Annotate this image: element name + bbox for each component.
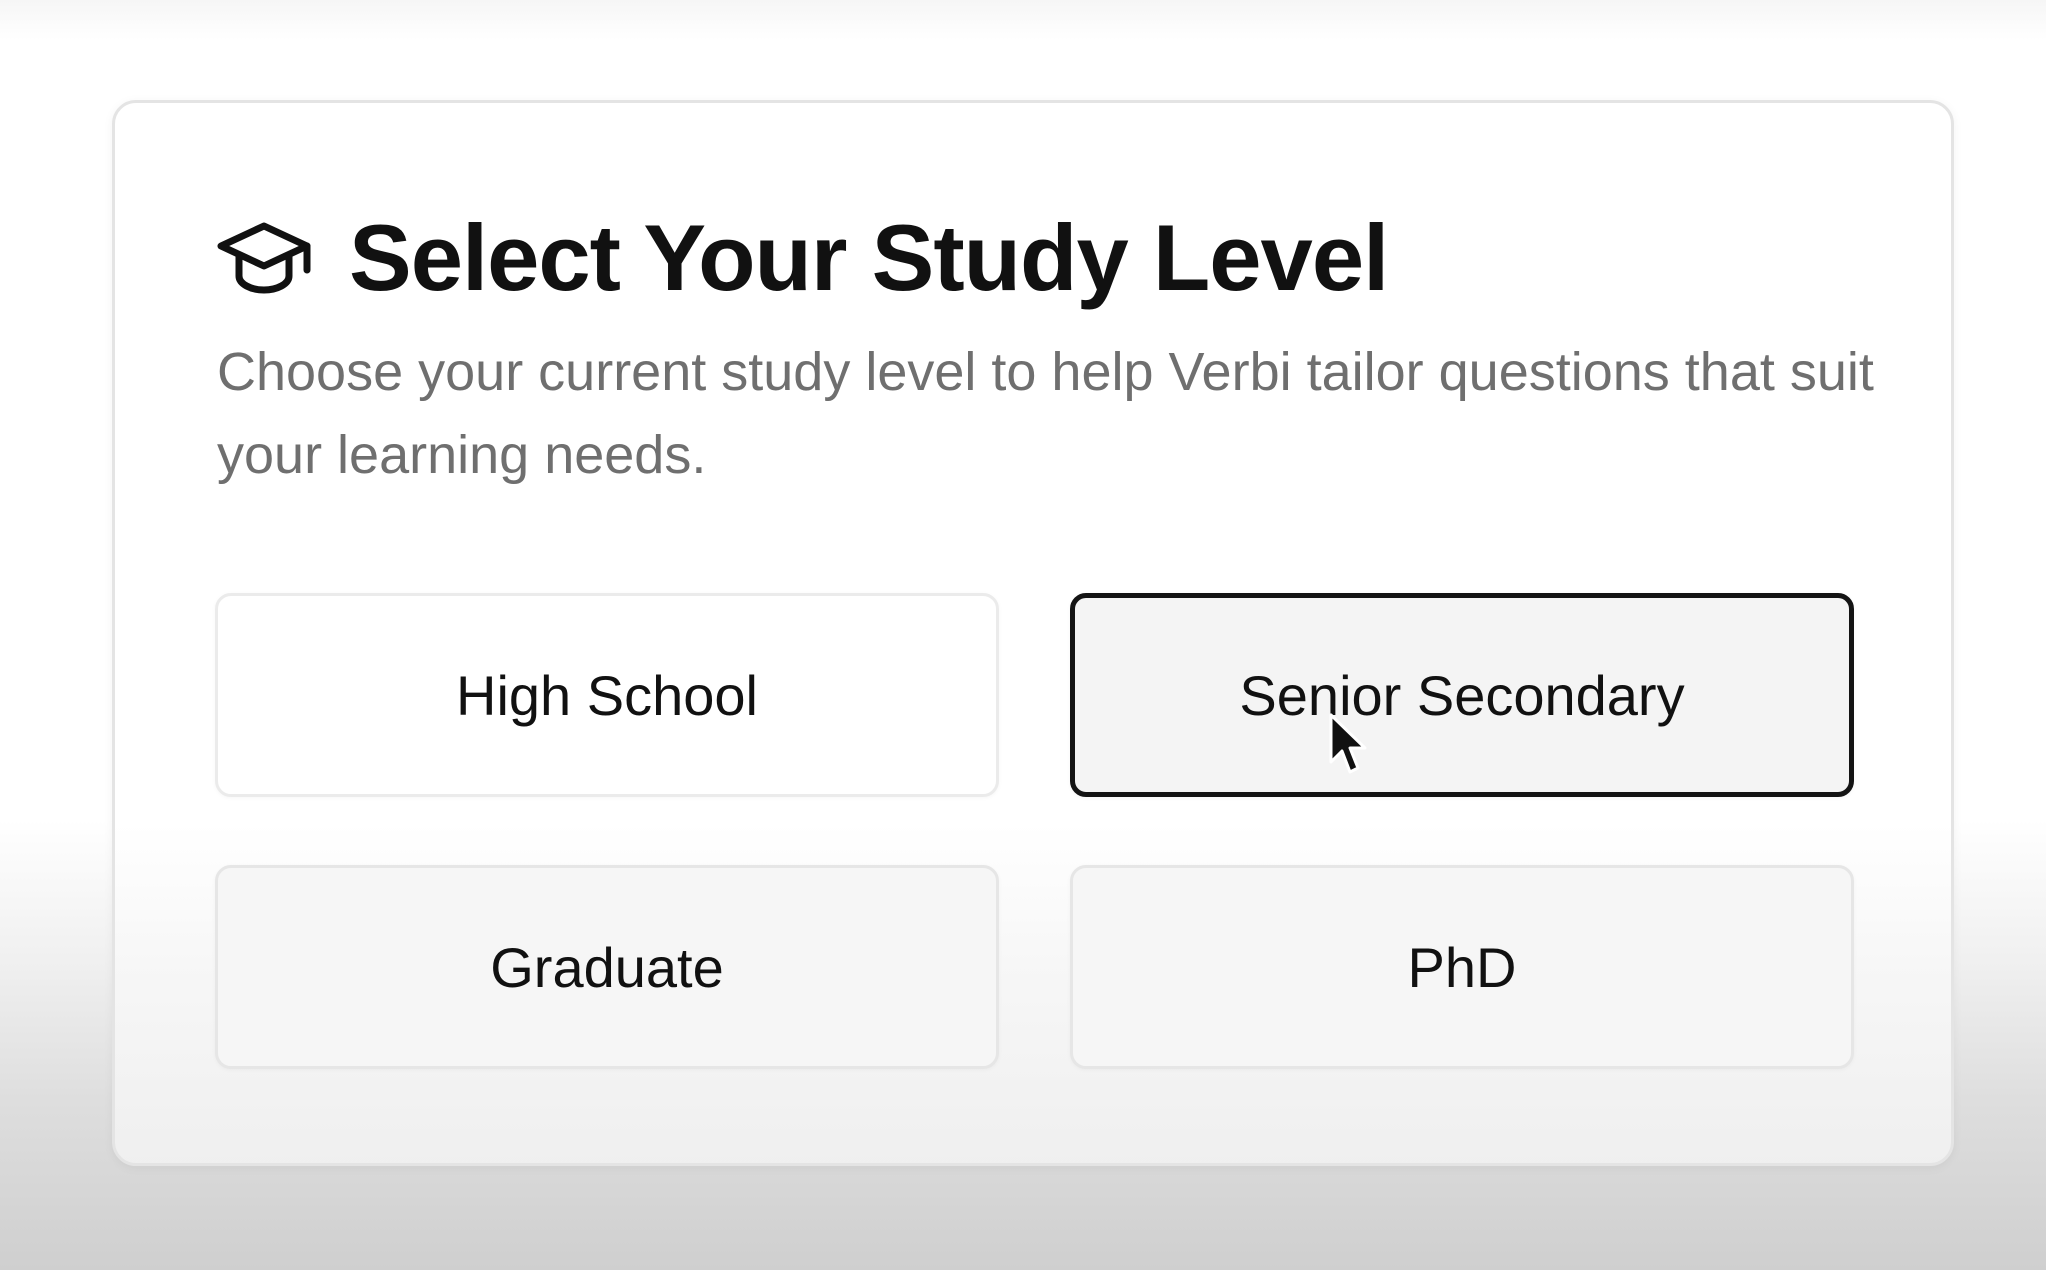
card-header: Select Your Study Level	[215, 203, 1389, 313]
graduation-cap-icon	[215, 218, 313, 298]
option-high-school[interactable]: High School	[215, 593, 999, 797]
option-label: Senior Secondary	[1239, 663, 1685, 727]
option-graduate[interactable]: Graduate	[215, 865, 999, 1069]
option-phd[interactable]: PhD	[1070, 865, 1854, 1069]
option-label: High School	[456, 663, 758, 727]
page-subtitle: Choose your current study level to help …	[217, 342, 1874, 485]
study-level-card: Select Your Study Level Choose your curr…	[112, 100, 1954, 1166]
option-label: Graduate	[490, 935, 724, 999]
option-senior-secondary[interactable]: Senior Secondary	[1070, 593, 1854, 797]
option-label: PhD	[1407, 935, 1517, 999]
page-title: Select Your Study Level	[349, 205, 1389, 310]
